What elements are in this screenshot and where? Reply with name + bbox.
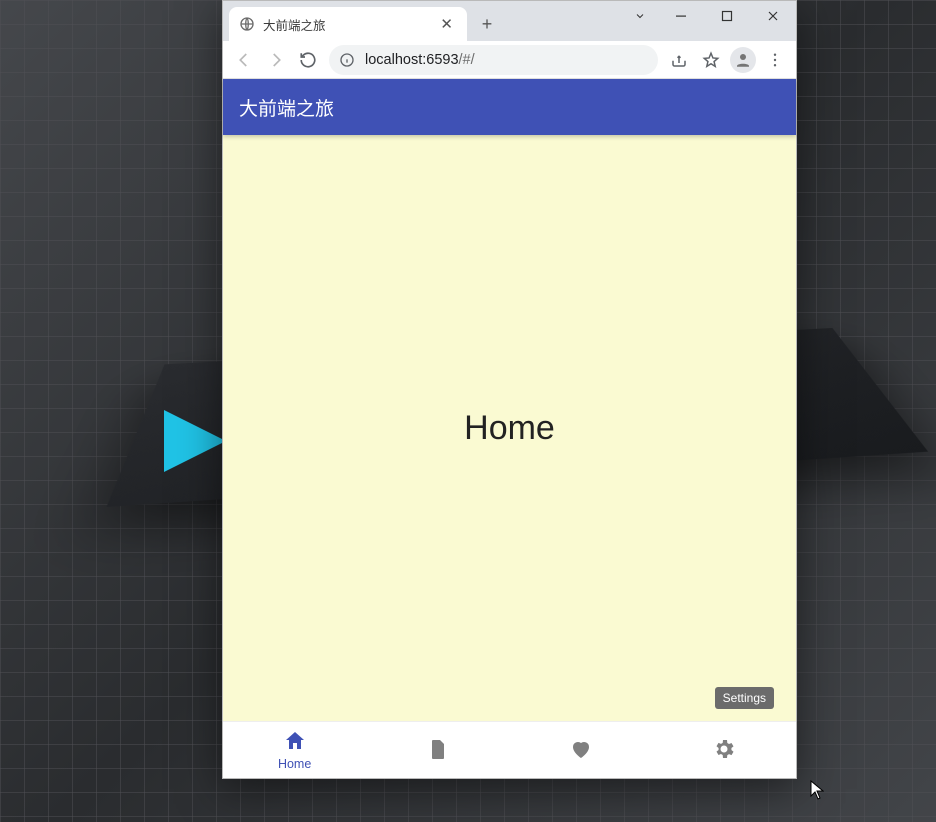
address-bar[interactable]: localhost:6593/#/ bbox=[329, 45, 658, 75]
browser-toolbar: localhost:6593/#/ bbox=[223, 41, 796, 79]
browser-window: 大前端之旅 ✕ + bbox=[222, 0, 797, 779]
app-viewport: 大前端之旅 Home Settings Home bbox=[223, 79, 796, 778]
tooltip-settings: Settings bbox=[715, 687, 774, 709]
nav-document[interactable] bbox=[366, 722, 509, 778]
tab-title: 大前端之旅 bbox=[263, 15, 436, 34]
url-host: localhost: bbox=[365, 52, 426, 68]
app-title: 大前端之旅 bbox=[239, 94, 334, 121]
close-window-button[interactable] bbox=[750, 1, 796, 31]
nav-settings[interactable] bbox=[653, 722, 796, 778]
bookmark-icon[interactable] bbox=[696, 45, 726, 75]
forward-button[interactable] bbox=[261, 45, 291, 75]
heart-icon bbox=[569, 737, 593, 764]
maximize-button[interactable] bbox=[704, 1, 750, 31]
app-header: 大前端之旅 bbox=[223, 79, 796, 135]
back-button[interactable] bbox=[229, 45, 259, 75]
nav-favorite[interactable] bbox=[510, 722, 653, 778]
tabs-dropdown-icon[interactable] bbox=[622, 1, 658, 31]
url-port: 6593 bbox=[426, 52, 458, 68]
minimize-button[interactable] bbox=[658, 1, 704, 31]
window-controls bbox=[622, 1, 796, 33]
tab-close-icon[interactable]: ✕ bbox=[436, 15, 457, 33]
kebab-menu-icon[interactable] bbox=[760, 45, 790, 75]
browser-tab[interactable]: 大前端之旅 ✕ bbox=[229, 7, 467, 41]
app-body: Home Settings bbox=[223, 135, 796, 721]
gear-icon bbox=[712, 737, 736, 764]
document-icon bbox=[426, 737, 450, 764]
new-tab-button[interactable]: + bbox=[473, 10, 501, 38]
home-icon bbox=[283, 729, 307, 756]
share-icon[interactable] bbox=[664, 45, 694, 75]
browser-titlebar: 大前端之旅 ✕ + bbox=[223, 1, 796, 41]
reload-button[interactable] bbox=[293, 45, 323, 75]
nav-home[interactable]: Home bbox=[223, 722, 366, 778]
mouse-cursor-icon bbox=[810, 780, 824, 800]
nav-home-label: Home bbox=[278, 758, 311, 771]
profile-avatar[interactable] bbox=[730, 47, 756, 73]
url-path: /#/ bbox=[459, 52, 475, 68]
bottom-nav: Home bbox=[223, 721, 796, 778]
site-info-icon[interactable] bbox=[339, 52, 355, 68]
page-title: Home bbox=[464, 409, 555, 448]
globe-icon bbox=[239, 16, 255, 32]
desktop-background: 大前端之旅 ✕ + bbox=[0, 0, 936, 822]
